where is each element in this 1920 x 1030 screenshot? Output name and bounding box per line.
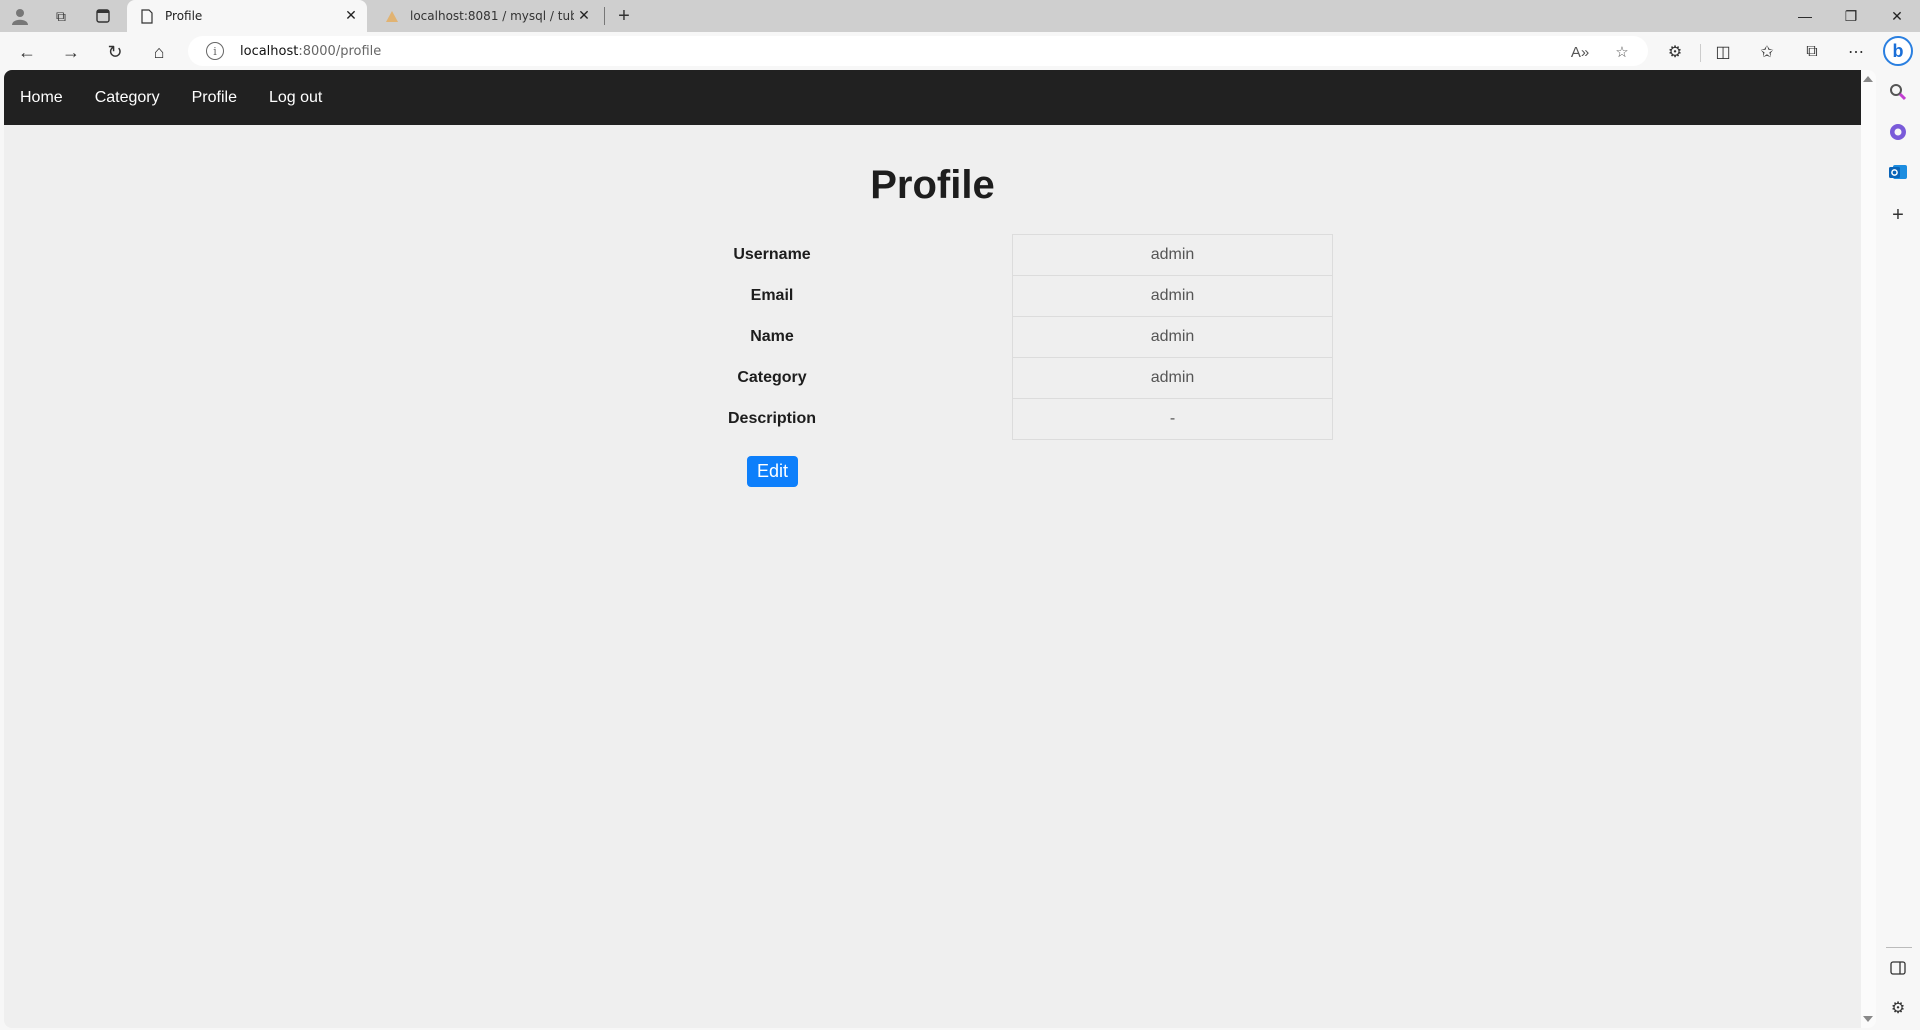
nav-link-home[interactable]: Home	[20, 89, 63, 107]
outlook-icon[interactable]	[1886, 160, 1910, 184]
page-scrollbar[interactable]	[1861, 70, 1876, 1028]
field-label: Name	[750, 327, 794, 345]
collections-icon[interactable]: ⧉	[1799, 39, 1825, 65]
field-label: Category	[737, 368, 807, 386]
address-bar[interactable]: i localhost:8000/profile A» ☆	[188, 36, 1648, 66]
vertical-tabs-icon[interactable]	[93, 6, 113, 26]
split-screen-icon[interactable]: ◫	[1710, 39, 1736, 65]
nav-link-logout[interactable]: Log out	[269, 89, 322, 107]
profile-row-category: Category admin	[4, 357, 1861, 398]
scroll-up-arrow-icon[interactable]	[1863, 76, 1873, 82]
restore-button[interactable]: ❐	[1828, 0, 1874, 32]
profile-row-email: Email admin	[4, 275, 1861, 316]
profile-avatar-icon[interactable]	[10, 6, 30, 26]
back-button[interactable]: ←	[14, 39, 40, 65]
phpmyadmin-icon	[384, 8, 400, 24]
page-title: Profile	[870, 163, 995, 207]
field-label: Description	[727, 409, 816, 427]
page-icon	[139, 8, 155, 24]
read-aloud-icon[interactable]: A»	[1568, 40, 1592, 64]
new-tab-button[interactable]: +	[612, 4, 636, 28]
close-window-button[interactable]: ✕	[1874, 0, 1920, 32]
field-label: Username	[733, 245, 811, 263]
field-value: -	[1012, 398, 1333, 440]
extensions-icon[interactable]: ⚙	[1662, 39, 1688, 65]
tab-title: localhost:8081 / mysql / tubes-db	[410, 9, 574, 23]
browser-tab-bar: ⧉ Profile ✕ localhost:8081 / mysql / tub…	[0, 0, 1920, 32]
close-tab-icon[interactable]: ✕	[341, 6, 361, 26]
tab-profile[interactable]: Profile ✕	[127, 0, 367, 32]
page-viewport: Home Category Profile Log out Profile Us…	[4, 70, 1861, 1028]
minimize-button[interactable]: —	[1782, 0, 1828, 32]
favorite-star-icon[interactable]: ☆	[1610, 40, 1634, 64]
add-sidebar-app-icon[interactable]: +	[1886, 203, 1910, 227]
field-label: Email	[750, 286, 794, 304]
workspaces-icon[interactable]: ⧉	[51, 6, 71, 26]
office-icon[interactable]	[1886, 120, 1910, 144]
edit-profile-button[interactable]: Edit	[747, 456, 798, 487]
nav-link-profile[interactable]: Profile	[192, 89, 237, 107]
url-text[interactable]: localhost:8000/profile	[240, 44, 381, 59]
profile-row-username: Username admin	[4, 234, 1861, 275]
close-tab-icon[interactable]: ✕	[574, 6, 594, 26]
hide-sidebar-icon[interactable]	[1886, 956, 1910, 980]
more-options-icon[interactable]: ⋯	[1843, 39, 1869, 65]
scroll-down-arrow-icon[interactable]	[1863, 1016, 1873, 1022]
site-info-icon[interactable]: i	[206, 42, 224, 60]
forward-button[interactable]: →	[58, 39, 84, 65]
search-icon[interactable]	[1886, 80, 1910, 104]
sidebar-separator	[1886, 947, 1912, 948]
toolbar-separator	[1700, 44, 1701, 62]
bing-copilot-icon[interactable]: b	[1883, 36, 1913, 66]
edge-sidebar: + ⚙	[1876, 70, 1920, 1030]
favorites-icon[interactable]: ✩	[1754, 39, 1780, 65]
field-value: admin	[1012, 234, 1333, 275]
field-value: admin	[1012, 357, 1333, 398]
settings-gear-icon[interactable]: ⚙	[1886, 996, 1910, 1020]
tab-separator	[604, 7, 605, 25]
home-button[interactable]: ⌂	[146, 39, 172, 65]
site-navbar: Home Category Profile Log out	[4, 70, 1861, 125]
profile-row-description: Description -	[4, 398, 1861, 440]
refresh-button[interactable]: ↻	[102, 39, 128, 65]
tab-title: Profile	[165, 9, 203, 23]
field-value: admin	[1012, 275, 1333, 316]
field-value: admin	[1012, 316, 1333, 357]
nav-link-category[interactable]: Category	[95, 89, 160, 107]
tab-phpmyadmin[interactable]: localhost:8081 / mysql / tubes-db ✕	[372, 0, 600, 32]
profile-row-name: Name admin	[4, 316, 1861, 357]
browser-toolbar: ← → ↻ ⌂ i localhost:8000/profile A» ☆ ⚙ …	[0, 32, 1920, 70]
